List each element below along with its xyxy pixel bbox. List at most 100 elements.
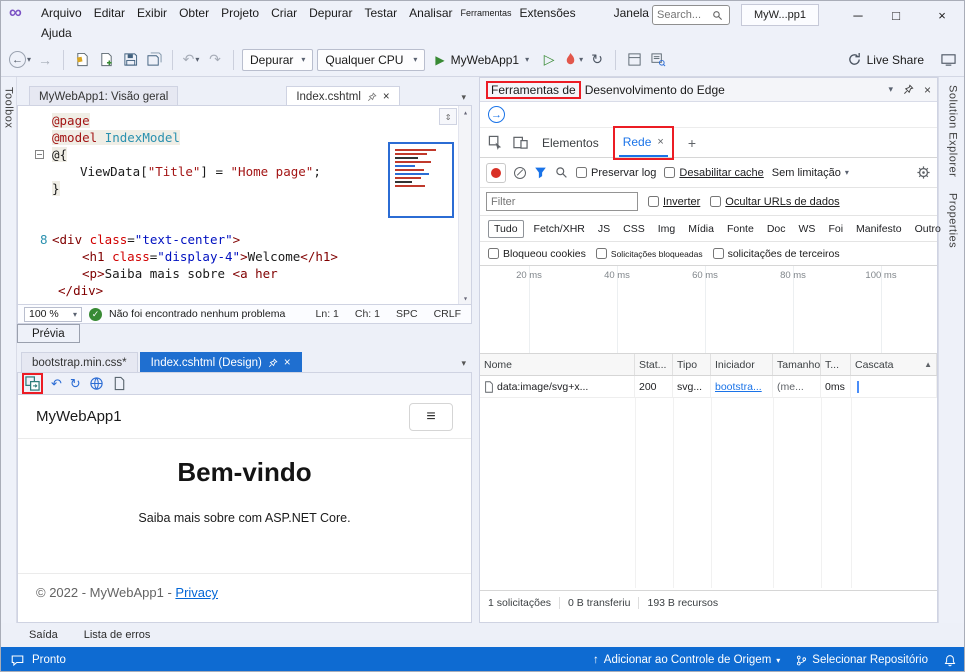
menu-exibir[interactable]: Exibir (131, 4, 173, 22)
new-project-icon[interactable] (72, 48, 92, 72)
disable-cache-checkbox[interactable]: Desabilitar cache (664, 167, 764, 179)
minimize-button[interactable]: ─ (837, 1, 879, 29)
find-in-files-icon[interactable] (648, 48, 668, 72)
menu-extensoes[interactable]: Extensões (514, 4, 582, 22)
filter-funnel-icon[interactable] (534, 166, 547, 179)
menu-projeto[interactable]: Projeto (215, 4, 265, 22)
clear-network-log-icon[interactable] (514, 166, 526, 179)
tab-overview[interactable]: MyWebApp1: Visão geral (29, 86, 179, 106)
record-network-log-button[interactable] (486, 162, 506, 183)
menu-depurar[interactable]: Depurar (303, 4, 358, 22)
chip-doc[interactable]: Doc (764, 221, 789, 237)
chip-js[interactable]: JS (595, 221, 613, 237)
pin-icon[interactable] (268, 357, 278, 368)
window-layout-icon[interactable] (624, 48, 644, 72)
column-status[interactable]: Stat... (635, 354, 673, 375)
tab-bootstrap-css[interactable]: bootstrap.min.css* (21, 352, 138, 372)
menu-arquivo[interactable]: Arquivo (35, 4, 88, 22)
column-size[interactable]: Tamanho... (773, 354, 821, 375)
menu-analisar[interactable]: Analisar (403, 4, 458, 22)
maximize-button[interactable]: □ (875, 1, 917, 29)
chip-css[interactable]: CSS (620, 221, 648, 237)
close-button[interactable]: × (921, 1, 963, 29)
platform-dropdown[interactable]: Qualquer CPU ▾ (317, 48, 426, 71)
save-all-icon[interactable] (144, 48, 164, 72)
refresh-icon[interactable]: ↻ (70, 376, 81, 392)
restart-icon[interactable]: ↻ (587, 48, 607, 72)
feedback-bubble-icon[interactable] (11, 654, 24, 667)
menu-ferramentas[interactable]: Ferramentas (459, 6, 514, 20)
tab-index-design[interactable]: Index.cshtml (Design) × (139, 352, 302, 372)
column-waterfall[interactable]: Cascata ▲ (851, 354, 937, 375)
menu-ajuda[interactable]: Ajuda (35, 24, 78, 42)
close-panel-icon[interactable]: × (924, 83, 931, 97)
chip-wasm[interactable]: Foi (825, 221, 846, 237)
redo-button[interactable]: ↷ (205, 48, 225, 72)
navbar-toggler-button[interactable]: ≡ (409, 402, 453, 431)
bell-icon[interactable] (944, 654, 956, 667)
column-name[interactable]: Nome (480, 354, 635, 375)
column-time[interactable]: T... (821, 354, 851, 375)
add-item-icon[interactable] (96, 48, 116, 72)
chip-manifest[interactable]: Manifesto (853, 221, 905, 237)
space-indicator[interactable]: SPC (396, 308, 418, 320)
line-ending-indicator[interactable]: CRLF (434, 308, 461, 320)
brand-link[interactable]: MyWebApp1 (36, 408, 122, 425)
chip-all[interactable]: Tudo (488, 219, 524, 238)
chip-ws[interactable]: WS (796, 221, 819, 237)
third-party-checkbox[interactable]: solicitações de terceiros (712, 248, 840, 260)
scroll-up-icon[interactable]: ▴ (459, 106, 471, 118)
menu-editar[interactable]: Editar (88, 4, 131, 22)
code-editor[interactable]: @page @model IndexModel @{ ViewData["Tit… (17, 105, 472, 305)
properties-tab[interactable]: Properties (947, 193, 959, 248)
invert-checkbox[interactable]: Inverter (648, 196, 700, 208)
chip-img[interactable]: Img (655, 221, 679, 237)
search-box[interactable] (652, 5, 730, 25)
tab-close-icon[interactable]: × (657, 136, 663, 148)
initiator-link[interactable]: bootstra... (715, 381, 762, 393)
select-repository-button[interactable]: Selecionar Repositório (796, 654, 928, 666)
network-settings-gear-icon[interactable] (916, 165, 931, 180)
minimap[interactable] (388, 142, 454, 218)
undo-icon[interactable]: ↶ (51, 376, 62, 392)
tab-close-icon[interactable]: × (383, 91, 390, 103)
device-emulation-icon[interactable] (513, 135, 528, 150)
search-input[interactable] (657, 9, 709, 21)
column-indicator[interactable]: Ch: 1 (355, 308, 380, 320)
tab-elements[interactable]: Elementos (538, 130, 603, 156)
tab-index-cshtml[interactable]: Index.cshtml × (286, 86, 400, 106)
feedback-icon[interactable] (938, 48, 958, 72)
chip-media[interactable]: Mídia (685, 221, 717, 237)
menu-testar[interactable]: Testar (358, 4, 403, 22)
output-tab[interactable]: Saída (29, 629, 58, 641)
tab-overflow-icon[interactable]: ▾ (461, 358, 466, 369)
search-network-icon[interactable] (555, 166, 568, 179)
chip-font[interactable]: Fonte (724, 221, 757, 237)
add-tab-icon[interactable]: + (684, 135, 700, 151)
zoom-dropdown[interactable]: 100 % ▾ (24, 306, 82, 322)
hide-data-urls-checkbox[interactable]: Ocultar URLs de dados (710, 196, 840, 208)
tab-network[interactable]: Rede × (618, 129, 668, 157)
open-in-browser-icon[interactable]: → (488, 106, 505, 123)
menu-criar[interactable]: Criar (265, 4, 303, 22)
chip-other[interactable]: Outro (912, 221, 944, 237)
globe-icon[interactable] (89, 376, 104, 391)
debug-configuration-dropdown[interactable]: Depurar ▾ (242, 48, 314, 71)
privacy-link[interactable]: Privacy (175, 585, 218, 600)
save-icon[interactable] (120, 48, 140, 72)
vertical-scrollbar[interactable]: ▴ ▾ (458, 106, 471, 304)
inspect-element-icon[interactable] (488, 135, 503, 150)
line-indicator[interactable]: Ln: 1 (316, 308, 339, 320)
network-overview-timeline[interactable]: 20 ms 40 ms 60 ms 80 ms 100 ms (480, 266, 937, 354)
request-row[interactable]: data:image/svg+x... 200 svg... bootstra.… (480, 376, 937, 398)
fold-marker[interactable] (35, 150, 44, 159)
splitter-grip[interactable]: ⇕ (439, 108, 457, 125)
browser-sync-icon[interactable] (25, 376, 40, 391)
menu-obter[interactable]: Obter (173, 4, 215, 22)
tab-overflow-icon[interactable]: ▾ (461, 92, 466, 103)
tab-close-icon[interactable]: × (284, 357, 291, 369)
menu-janela[interactable]: Janela (608, 4, 655, 22)
filter-input[interactable] (486, 192, 638, 211)
start-without-debugging-icon[interactable]: ▷ (539, 48, 559, 72)
preview-button[interactable]: Prévia (17, 324, 80, 343)
